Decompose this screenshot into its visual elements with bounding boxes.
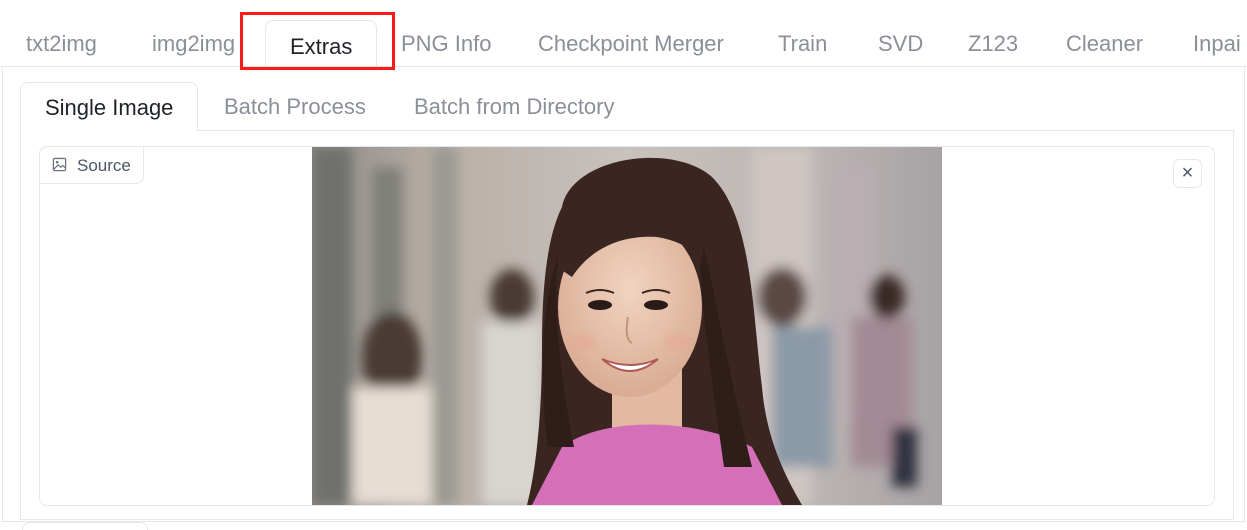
source-label-text: Source xyxy=(77,156,131,175)
clear-image-button[interactable]: × xyxy=(1173,159,1202,188)
tab-img2img[interactable]: img2img xyxy=(152,18,235,66)
main-tab-bar: txt2img img2img Extras PNG Info Checkpoi… xyxy=(0,18,1247,69)
tab-txt2img[interactable]: txt2img xyxy=(26,18,97,66)
tab-batch-from-directory[interactable]: Batch from Directory xyxy=(414,82,615,130)
tab-single-image[interactable]: Single Image xyxy=(20,82,199,131)
tab-inpaint[interactable]: Inpai xyxy=(1193,18,1241,66)
tab-svd[interactable]: SVD xyxy=(878,18,923,66)
tab-cleaner[interactable]: Cleaner xyxy=(1066,18,1143,66)
close-icon: × xyxy=(1181,162,1194,184)
source-label: Source xyxy=(39,146,144,184)
source-photo xyxy=(312,147,942,505)
tab-batch-process[interactable]: Batch Process xyxy=(224,82,366,130)
tab-extras[interactable]: Extras xyxy=(265,20,378,69)
extras-sub-tab-bar: Single Image Batch Process Batch from Di… xyxy=(20,82,1234,131)
tab-z123[interactable]: Z123 xyxy=(968,18,1018,66)
lower-panel-edge xyxy=(22,522,148,530)
tab-png-info[interactable]: PNG Info xyxy=(401,18,491,66)
tab-train[interactable]: Train xyxy=(778,18,827,66)
tab-checkpoint-merger[interactable]: Checkpoint Merger xyxy=(538,18,724,66)
image-icon xyxy=(52,148,67,186)
